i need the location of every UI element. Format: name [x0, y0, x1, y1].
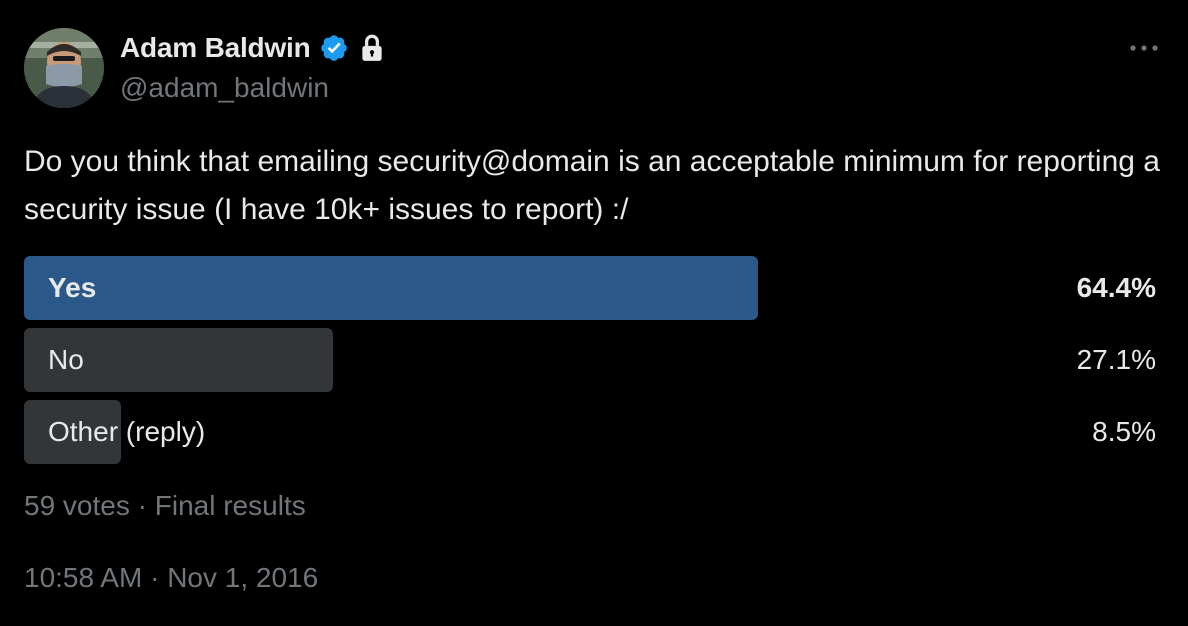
avatar[interactable]: [24, 28, 104, 108]
poll-option-percent: 8.5%: [1092, 416, 1156, 447]
poll-option-label: No: [48, 344, 84, 375]
poll-option[interactable]: Other (reply) 8.5%: [24, 400, 1164, 464]
author-name-row: Adam Baldwin: [120, 30, 385, 66]
verified-badge-icon[interactable]: [319, 33, 349, 63]
poll-option-bar: [24, 256, 758, 320]
avatar-photo: [24, 28, 104, 108]
author-handle[interactable]: @adam_baldwin: [120, 72, 329, 104]
more-options-button[interactable]: [1124, 34, 1164, 62]
timestamp-separator: ·: [150, 562, 160, 593]
more-options-icon: [1130, 45, 1158, 51]
tweet-card: Adam Baldwin @adam_baldwin Do you think …: [0, 0, 1188, 626]
tweet-timestamp[interactable]: 10:58 AM · Nov 1, 2016: [24, 562, 318, 594]
poll-meta-separator: ·: [137, 490, 147, 521]
poll-option[interactable]: No 27.1%: [24, 328, 1164, 392]
poll-option-label: Other (reply): [48, 416, 206, 447]
timestamp-time[interactable]: 10:58 AM: [24, 562, 142, 593]
author-display-name[interactable]: Adam Baldwin: [120, 32, 311, 64]
lock-icon: [359, 33, 385, 63]
poll-option-percent: 64.4%: [1076, 272, 1156, 303]
poll-option-label: Yes: [48, 272, 97, 303]
poll-meta: 59 votes · Final results: [24, 490, 306, 522]
poll-status: Final results: [154, 490, 306, 521]
poll-option-percent: 27.1%: [1076, 344, 1156, 375]
poll-vote-count: 59 votes: [24, 490, 130, 521]
timestamp-date[interactable]: Nov 1, 2016: [167, 562, 318, 593]
poll-option[interactable]: Yes 64.4%: [24, 256, 1164, 320]
tweet-text: Do you think that emailing security@doma…: [24, 145, 1160, 226]
poll: Yes 64.4% No 27.1% Other (reply) 8.5%: [24, 256, 1164, 472]
